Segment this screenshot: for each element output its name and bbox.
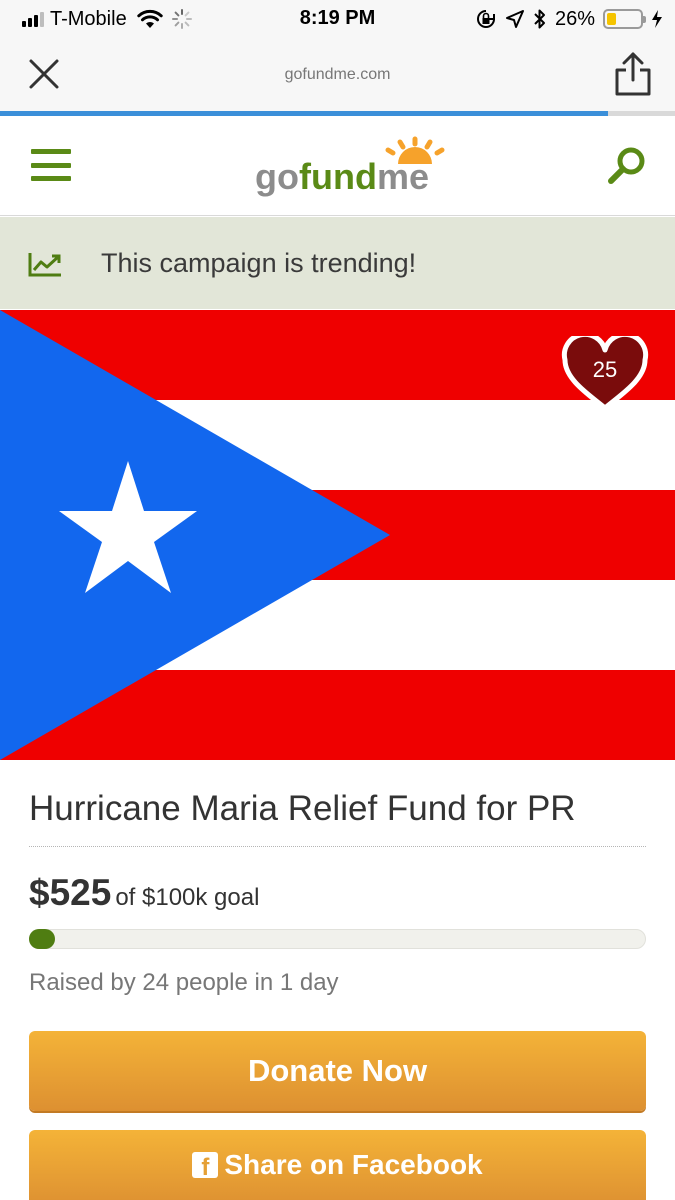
logo-me-text: me: [376, 156, 429, 197]
location-arrow-icon: [505, 10, 524, 28]
share-facebook-button[interactable]: f Share on Facebook: [29, 1130, 646, 1200]
campaign-title: Hurricane Maria Relief Fund for PR: [29, 789, 576, 828]
bluetooth-icon: [534, 9, 545, 29]
goal-text: of $100k goal: [115, 884, 260, 911]
amount-raised-line: $525 of $100k goal: [29, 872, 259, 914]
site-header: gofundme: [0, 116, 675, 216]
facebook-icon: f: [192, 1152, 219, 1181]
orientation-lock-icon: [477, 10, 495, 28]
menu-icon[interactable]: [31, 149, 71, 181]
logo-fund-text: fund: [298, 156, 377, 197]
share-icon[interactable]: [613, 52, 653, 96]
battery-percent: 26%: [554, 7, 595, 30]
logo-go-text: go: [255, 156, 299, 197]
battery-icon: [603, 9, 646, 29]
amount-raised: $525: [29, 872, 112, 913]
funding-progress-bar: [29, 929, 646, 949]
status-bar: T-Mobile 8:19 PM 26%: [0, 0, 675, 38]
search-icon[interactable]: [605, 144, 649, 188]
heart-count: 25: [592, 357, 618, 382]
donate-button[interactable]: Donate Now: [29, 1031, 646, 1111]
gofundme-logo[interactable]: gofundme: [255, 136, 455, 206]
share-facebook-label: Share on Facebook: [224, 1149, 483, 1180]
charging-bolt-icon: [652, 10, 662, 28]
funding-progress-fill: [29, 929, 55, 949]
url-label[interactable]: gofundme.com: [0, 66, 675, 84]
browser-toolbar: gofundme.com: [0, 38, 675, 112]
trending-text: This campaign is trending!: [101, 248, 417, 278]
supporters-text: Raised by 24 people in 1 day: [29, 969, 339, 996]
trending-chart-icon: [28, 253, 61, 277]
trending-banner: This campaign is trending!: [0, 217, 675, 309]
divider: [29, 846, 646, 847]
